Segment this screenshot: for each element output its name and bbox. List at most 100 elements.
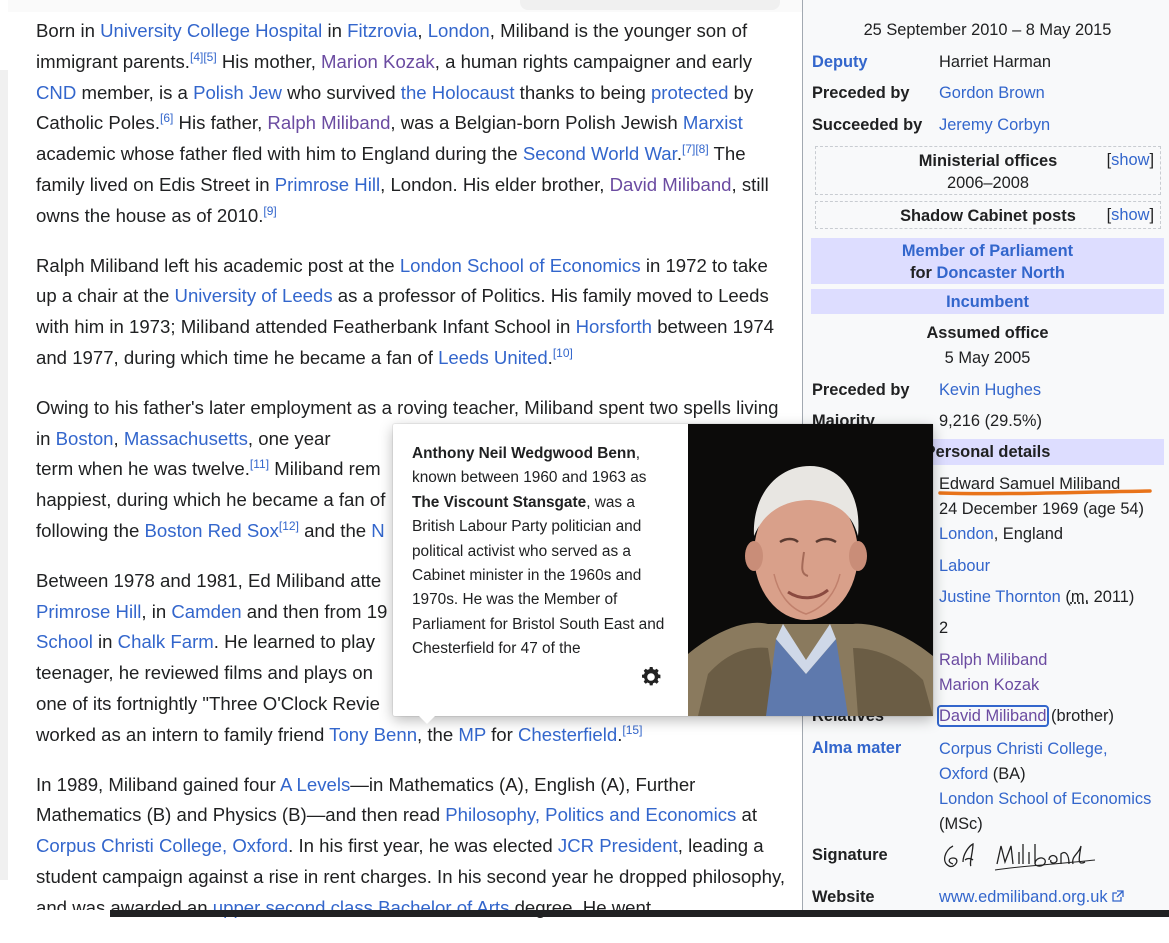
deputy-label[interactable]: Deputy <box>812 51 868 73</box>
link-london[interactable]: London <box>428 20 490 41</box>
text: In 1989, Miliband gained four <box>36 773 280 795</box>
text: and the <box>298 519 372 541</box>
text: teenager, he reviewed films and plays on <box>36 662 373 684</box>
text: for <box>485 723 518 745</box>
external-link-icon <box>1112 890 1124 902</box>
citation[interactable]: [15] <box>622 723 642 737</box>
link-kevin-hughes[interactable]: Kevin Hughes <box>939 379 1163 401</box>
show-ministerial-button[interactable]: show <box>1111 151 1149 169</box>
link-david-miliband-relative[interactable]: David Miliband <box>937 705 1049 727</box>
spouse-value: Justine Thornton (m. 2011) <box>939 586 1163 608</box>
link-jcr-president[interactable]: JCR President <box>558 835 678 856</box>
link-boston[interactable]: Boston <box>56 428 114 449</box>
text: Ralph Miliband left his academic post at… <box>36 254 400 276</box>
text: , a human rights campaigner and early <box>434 50 753 72</box>
scroll-track <box>0 70 8 880</box>
citation[interactable]: [10] <box>553 346 573 360</box>
born-date: 24 December 1969 (age 54) <box>939 500 1145 518</box>
link-tony-benn[interactable]: Tony Benn <box>329 724 417 745</box>
text: in <box>322 20 348 41</box>
link-chesterfield[interactable]: Chesterfield <box>518 724 617 745</box>
show-shadow-button[interactable]: show <box>1111 206 1149 224</box>
preview-name: Anthony Neil Wedgwood Benn <box>412 445 636 462</box>
link-university-of-leeds[interactable]: University of Leeds <box>175 285 333 306</box>
taskbar-edge <box>0 910 1169 917</box>
link-incumbent[interactable]: Incumbent <box>946 293 1029 311</box>
link-corpus-christi-college[interactable]: Corpus Christi College, <box>939 740 1108 758</box>
citation[interactable]: [12] <box>279 519 299 533</box>
link-marion-kozak-parent[interactable]: Marion Kozak <box>939 674 1163 696</box>
link-school[interactable]: School <box>36 631 93 652</box>
page-preview-popup[interactable]: Anthony Neil Wedgwood Benn, known betwee… <box>393 424 933 724</box>
relatives-value: David Miliband (brother) <box>937 705 1163 727</box>
link-ralph-miliband[interactable]: Ralph Miliband <box>267 112 390 133</box>
paragraph-leeds: Ralph Miliband left his academic post at… <box>36 251 788 374</box>
link-a-levels[interactable]: A Levels <box>280 774 350 795</box>
link-fitzrovia[interactable]: Fitzrovia <box>347 20 417 41</box>
link-justine-thornton[interactable]: Justine Thornton <box>939 588 1061 606</box>
citation[interactable]: [11] <box>250 457 269 471</box>
link-massachusetts[interactable]: Massachusetts <box>124 428 248 449</box>
link-polish-jew[interactable]: Polish Jew <box>193 82 282 103</box>
link-website[interactable]: www.edmiliband.org.uk <box>939 888 1108 906</box>
text: , the <box>417 723 459 745</box>
citation[interactable]: [9] <box>263 204 276 218</box>
link-marion-kozak[interactable]: Marion Kozak <box>321 51 435 72</box>
text: , <box>417 20 428 41</box>
citation[interactable]: [8] <box>695 142 708 156</box>
preview-title: The Viscount Stansgate <box>412 493 587 511</box>
link-chalk-farm[interactable]: Chalk Farm <box>118 631 214 652</box>
citation[interactable]: [7] <box>682 142 695 156</box>
link-lse[interactable]: London School of Economics <box>400 255 641 276</box>
website-label: Website <box>812 888 875 906</box>
link-truncated[interactable]: N <box>371 520 384 541</box>
link-second-world-war[interactable]: Second World War <box>523 143 677 164</box>
link-labour[interactable]: Labour <box>939 555 1163 577</box>
link-ralph-miliband-parent[interactable]: Ralph Miliband <box>939 649 1163 671</box>
link-jeremy-corbyn[interactable]: Jeremy Corbyn <box>939 114 1163 136</box>
signature-image <box>943 842 1096 871</box>
link-corpus-christi[interactable]: Corpus Christi College, Oxford <box>36 835 288 856</box>
link-mp[interactable]: MP <box>458 724 486 745</box>
link-leeds-united[interactable]: Leeds United <box>438 347 548 368</box>
link-doncaster-north[interactable]: Doncaster North <box>936 264 1064 282</box>
link-camden[interactable]: Camden <box>171 601 241 622</box>
citation[interactable]: [4] <box>190 50 203 64</box>
alma-mater-label[interactable]: Alma mater <box>812 737 901 759</box>
text: . He learned to play <box>213 631 376 653</box>
link-gordon-brown[interactable]: Gordon Brown <box>939 82 1163 104</box>
gear-icon[interactable] <box>639 665 663 689</box>
assumed-office-date: 5 May 2005 <box>944 349 1031 367</box>
link-protected[interactable]: protected <box>651 82 729 103</box>
text: His father, <box>173 112 268 134</box>
link-ppe[interactable]: Philosophy, Politics and Economics <box>445 804 736 825</box>
link-oxford[interactable]: Oxford <box>939 765 988 783</box>
link-member-of-parliament[interactable]: Member of Parliament <box>902 242 1073 260</box>
citation[interactable]: [6] <box>160 111 173 125</box>
preview-thumbnail[interactable] <box>688 424 933 716</box>
link-horsforth[interactable]: Horsforth <box>576 316 652 337</box>
left-gutter <box>0 0 8 917</box>
link-lse-alma[interactable]: London School of Economics <box>939 790 1151 808</box>
text: His mother, <box>216 50 322 72</box>
link-cnd[interactable]: CND <box>36 82 76 103</box>
link-born-london[interactable]: London <box>939 525 994 543</box>
text: Between 1978 and 1981, Ed Miliband atte <box>36 569 382 591</box>
link-david-miliband[interactable]: David Miliband <box>610 174 732 195</box>
link-marxist[interactable]: Marxist <box>683 112 743 133</box>
link-primrose-hill-school[interactable]: Primrose Hill <box>36 601 141 622</box>
mp-header: Member of Parliament for Doncaster North <box>811 238 1164 284</box>
show-toggle: [show] <box>1106 151 1154 169</box>
preceded-by-label: Preceded by <box>812 84 910 102</box>
text: (BA) <box>988 765 1026 783</box>
link-boston-red-sox[interactable]: Boston Red Sox <box>145 520 279 541</box>
citation[interactable]: [5] <box>203 50 216 64</box>
link-primrose-hill[interactable]: Primrose Hill <box>275 174 380 195</box>
text: . In his first year, he was elected <box>288 835 558 857</box>
preceded-by-label: Preceded by <box>812 381 910 399</box>
ministerial-offices-years: 2006–2008 <box>946 174 1030 192</box>
text: one of its fortnightly "Three O'Clock Re… <box>36 692 380 714</box>
text: happiest, during which he became a fan o… <box>36 489 386 511</box>
link-university-college-hospital[interactable]: University College Hospital <box>100 20 322 41</box>
link-the-holocaust[interactable]: the Holocaust <box>401 82 515 103</box>
